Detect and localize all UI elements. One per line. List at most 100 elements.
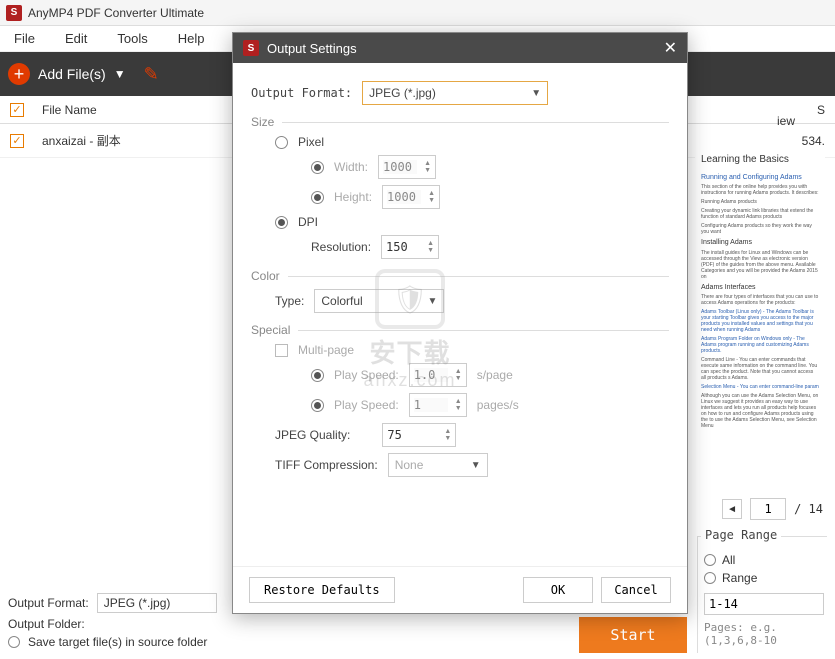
tiff-compression-combo[interactable]: None ▼: [388, 453, 488, 477]
output-format-combo[interactable]: JPEG (*.jpg) ▼: [362, 81, 548, 105]
radio-all[interactable]: [704, 554, 716, 566]
add-files-dropdown[interactable]: ▼: [114, 67, 126, 81]
output-folder-label: Output Folder:: [8, 617, 85, 631]
chevron-down-icon: ▼: [471, 460, 481, 471]
output-format-label: Output Format:: [8, 596, 89, 610]
file-size: 534.: [802, 134, 825, 148]
app-title: AnyMP4 PDF Converter Ultimate: [28, 6, 204, 20]
height-spinner[interactable]: ▲▼: [382, 185, 440, 209]
menu-help[interactable]: Help: [172, 29, 211, 48]
column-filename: File Name: [42, 103, 97, 117]
width-label: Width:: [334, 160, 368, 174]
page-total: / 14: [794, 502, 823, 516]
multipage-checkbox[interactable]: [275, 344, 288, 357]
page-nav: ◄ / 14: [722, 498, 823, 520]
multipage-label: Multi-page: [298, 343, 354, 357]
edit-icon[interactable]: ✎: [144, 64, 159, 85]
color-section-label: Color: [251, 269, 280, 283]
preview-text: Selection Menu - You can enter command-l…: [701, 384, 819, 390]
playspeed1-label: Play Speed:: [334, 368, 399, 382]
page-input[interactable]: [750, 498, 786, 520]
spinner-arrows: ▲▼: [455, 398, 462, 412]
preview-text: This section of the online help provides…: [701, 184, 819, 196]
radio-save-source[interactable]: [8, 636, 20, 648]
cancel-button[interactable]: Cancel: [601, 577, 671, 603]
row-checkbox[interactable]: ✓: [10, 134, 24, 148]
spinner-arrows: ▲▼: [424, 160, 431, 174]
resolution-label: Resolution:: [311, 240, 371, 254]
jpeg-quality-label: JPEG Quality:: [275, 428, 350, 442]
radio-height[interactable]: [311, 191, 324, 204]
color-type-combo[interactable]: Colorful ▼: [314, 289, 444, 313]
jpeg-quality-input[interactable]: [387, 428, 421, 442]
preview-text: Although you can use the Adams Selection…: [701, 393, 819, 429]
jpeg-quality-spinner[interactable]: ▲▼: [382, 423, 456, 447]
preview-text: Creating your dynamic link libraries tha…: [701, 208, 819, 220]
preview-h3: Installing Adams: [701, 239, 819, 247]
playspeed2-input: [414, 398, 448, 412]
preview-text: The install guides for Linux and Windows…: [701, 250, 819, 280]
output-format-select[interactable]: JPEG (*.jpg): [97, 593, 217, 613]
playspeed1-input: [414, 368, 448, 382]
radio-width[interactable]: [311, 161, 324, 174]
menu-file[interactable]: File: [8, 29, 41, 48]
page-range-label: Page Range: [701, 528, 781, 542]
playspeed1-unit: s/page: [477, 368, 513, 382]
height-label: Height:: [334, 190, 372, 204]
radio-dpi[interactable]: [275, 216, 288, 229]
restore-defaults-button[interactable]: Restore Defaults: [249, 577, 395, 603]
close-icon[interactable]: ✕: [664, 38, 677, 58]
resolution-spinner[interactable]: ▲▼: [381, 235, 439, 259]
start-button[interactable]: Start: [579, 617, 687, 653]
dialog-title-bar: S Output Settings ✕: [233, 33, 687, 63]
ok-button[interactable]: OK: [523, 577, 593, 603]
first-page-button[interactable]: ◄: [722, 499, 742, 519]
radio-all-label: All: [722, 553, 735, 567]
preview-h1: Learning the Basics: [701, 154, 819, 166]
playspeed2-unit: pages/s: [477, 398, 519, 412]
height-input: [387, 190, 421, 204]
menu-tools[interactable]: Tools: [111, 29, 153, 48]
playspeed2-label: Play Speed:: [334, 398, 399, 412]
plus-icon: +: [8, 63, 30, 85]
preview-header-partial: iew: [777, 114, 795, 128]
output-format-value: JPEG (*.jpg): [369, 86, 436, 100]
width-spinner[interactable]: ▲▼: [378, 155, 436, 179]
file-name: anxaizai - 副本: [42, 132, 121, 149]
playspeed1-spinner[interactable]: ▲▼: [409, 363, 467, 387]
tiff-value: None: [395, 458, 424, 472]
size-section-label: Size: [251, 115, 274, 129]
chevron-down-icon: ▼: [531, 88, 541, 99]
add-files-label: Add File(s): [38, 66, 106, 82]
type-value: Colorful: [321, 294, 362, 308]
dialog-icon: S: [243, 40, 259, 56]
radio-pixel[interactable]: [275, 136, 288, 149]
add-files-button[interactable]: + Add File(s): [8, 63, 106, 85]
output-settings-dialog: S Output Settings ✕ Output Format: JPEG …: [232, 32, 688, 614]
spinner-arrows[interactable]: ▲▼: [427, 240, 434, 254]
preview-h2: Running and Configuring Adams: [701, 174, 819, 182]
preview-text: There are four types of interfaces that …: [701, 294, 819, 306]
output-format-label: Output Format:: [251, 86, 352, 100]
radio-playspeed-pagess[interactable]: [311, 399, 324, 412]
pixel-label: Pixel: [298, 135, 324, 149]
dialog-title: Output Settings: [267, 41, 357, 56]
spinner-arrows[interactable]: ▲▼: [444, 428, 451, 442]
radio-playspeed-spage[interactable]: [311, 369, 324, 382]
preview-text: Running Adams products: [701, 199, 819, 205]
playspeed2-spinner[interactable]: ▲▼: [409, 393, 467, 417]
resolution-input[interactable]: [386, 240, 420, 254]
column-size: S: [817, 103, 825, 117]
dialog-footer: Restore Defaults OK Cancel: [233, 566, 687, 613]
preview-text: Command Line - You can enter commands th…: [701, 357, 819, 381]
menu-edit[interactable]: Edit: [59, 29, 93, 48]
spinner-arrows: ▲▼: [455, 368, 462, 382]
preview-h4: Adams Interfaces: [701, 284, 819, 292]
select-all-checkbox[interactable]: ✓: [10, 103, 24, 117]
preview-pane: Learning the Basics Running and Configur…: [695, 148, 825, 488]
app-icon: S: [6, 5, 22, 21]
width-input: [383, 160, 417, 174]
special-section-label: Special: [251, 323, 290, 337]
preview-text: Adams Program Folder on Windows only - T…: [701, 336, 819, 354]
dpi-label: DPI: [298, 215, 318, 229]
